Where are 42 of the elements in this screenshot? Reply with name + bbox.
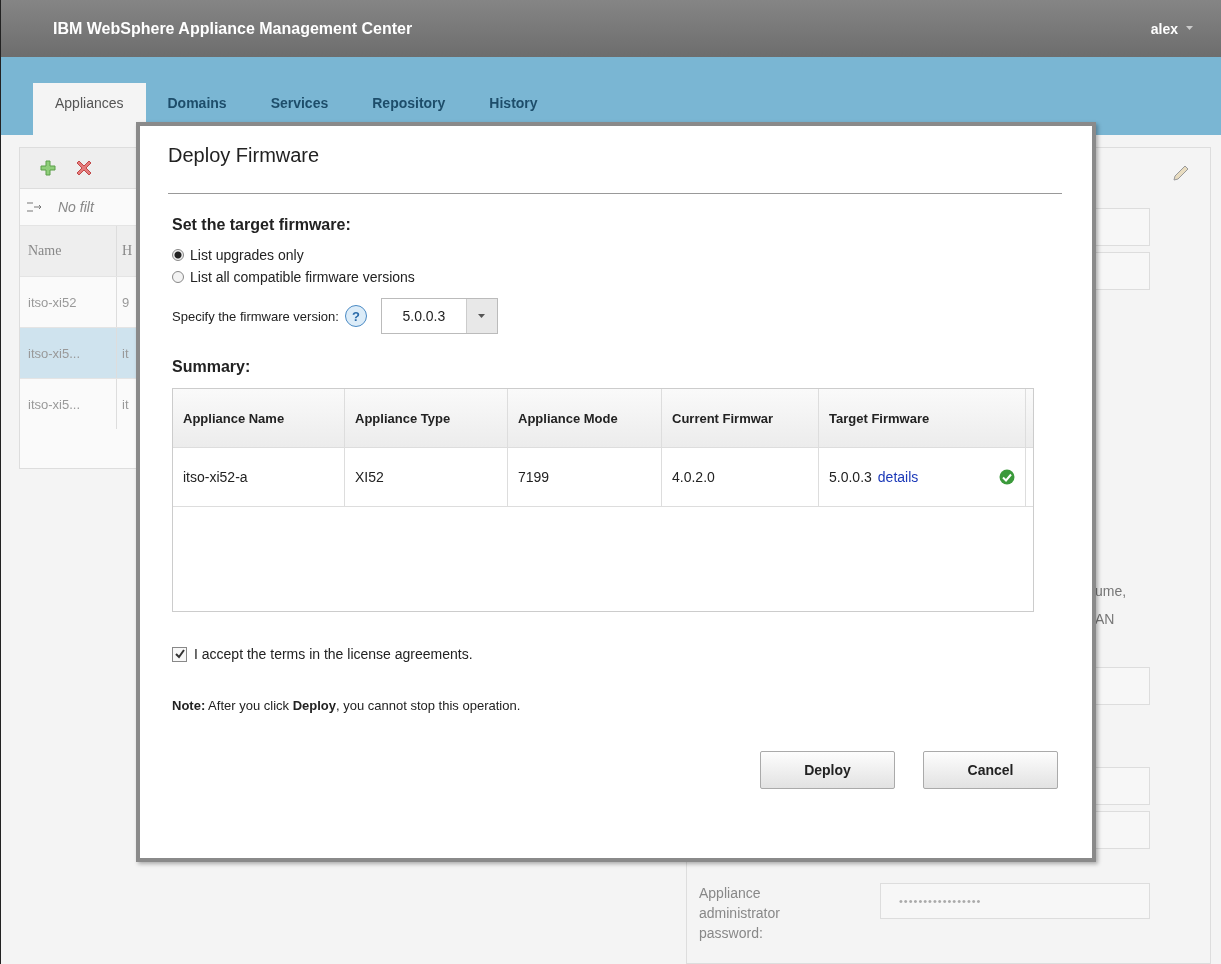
user-menu[interactable]: alex [1144,19,1199,38]
table-cell: 5.0.0.3 [829,469,872,485]
nav-tab[interactable]: Repository [350,83,468,135]
license-checkbox[interactable]: I accept the terms in the license agreements. [172,646,1062,662]
table-cell: itso-xi52-a [173,448,345,506]
table-cell: XI52 [345,448,508,506]
add-icon[interactable] [40,160,56,176]
column-header[interactable]: Target Firmware [819,389,1026,447]
column-header[interactable]: Appliance Name [173,389,345,447]
section-heading: Summary: [172,358,252,376]
section-heading: Set the target firmware: [172,216,352,234]
column-header[interactable]: Appliance Mode [508,389,662,447]
caret-icon [1186,26,1193,31]
table-cell: 4.0.2.0 [662,448,819,506]
dialog-title: Deploy Firmware [168,144,1062,194]
note-text: Note: After you click Deploy, you cannot stop this operation. [172,698,522,713]
caret-icon [478,313,486,319]
check-icon [173,648,186,660]
app-title: IBM WebSphere Appliance Management Center [53,19,413,38]
filter-status: No filt [58,199,94,215]
column-header[interactable]: Appliance Type [345,389,508,447]
dialog-button[interactable]: Deploy [760,751,895,789]
details-link[interactable]: details [877,469,919,485]
help-icon[interactable]: ? [344,305,367,327]
nav-tab[interactable]: Domains [145,83,249,135]
column-header[interactable]: Current Firmwar [662,389,819,447]
version-dropdown[interactable]: 5.0.0.3 [380,298,498,334]
password-label: Appliance administrator password: [699,884,781,943]
radio-option[interactable]: List all compatible firmware versions [172,266,1062,288]
pencil-icon[interactable] [1172,164,1190,182]
check-circle-icon [999,469,1015,485]
dialog-button[interactable]: Cancel [923,751,1058,789]
nav-tab[interactable]: History [467,83,560,135]
delete-icon[interactable] [76,160,92,176]
filter-arrows-icon[interactable] [26,200,44,214]
description-text: AN [1095,611,1116,627]
table-cell: 7199 [508,448,662,506]
description-text: ume, [1095,583,1128,599]
version-label: Specify the firmware version: [172,308,339,324]
nav-tab[interactable]: Appliances [33,83,146,135]
radio-option[interactable]: List upgrades only [172,244,1062,266]
nav-tab[interactable]: Services [248,83,351,135]
